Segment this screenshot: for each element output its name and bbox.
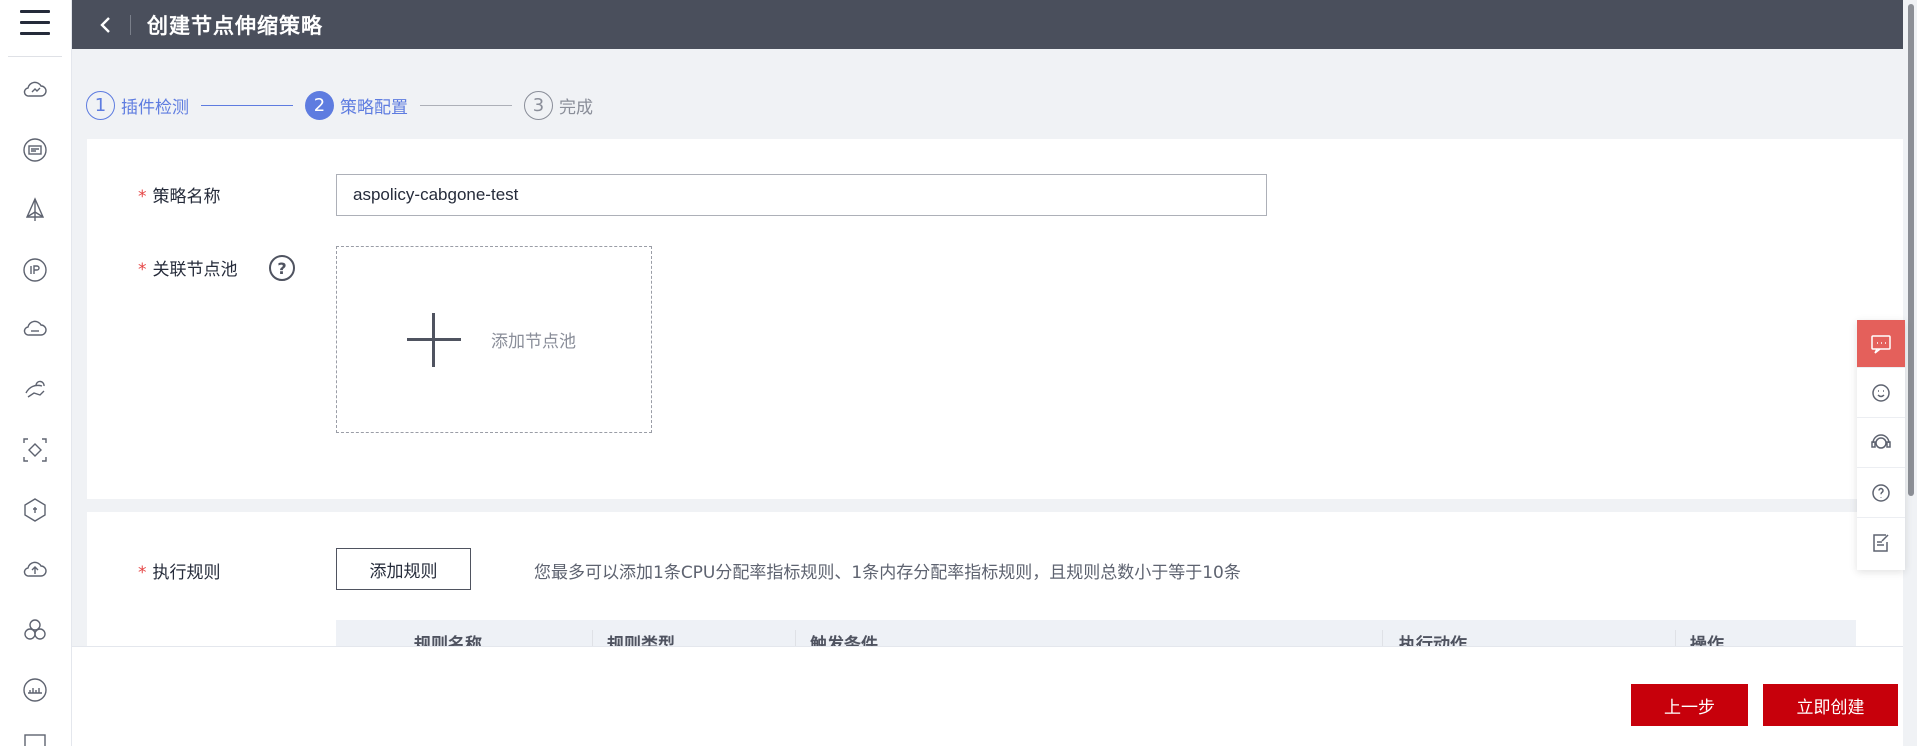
back-button[interactable] [88,0,124,49]
policy-name-input[interactable]: aspolicy-cabgone-test [336,174,1267,216]
col-trigger-condition: 触发条件 [795,630,878,646]
required-mark: * [138,260,147,280]
col-action: 执行动作 [1382,630,1467,646]
chat-icon[interactable] [1857,320,1905,368]
step-number: 1 [86,90,115,120]
required-mark: * [138,563,147,583]
add-node-pool-button[interactable]: 添加节点池 [336,246,652,433]
prev-step-button[interactable]: 上一步 [1631,684,1748,726]
step-number: 3 [524,90,553,120]
cluster-icon[interactable] [21,616,49,644]
page-header: 创建节点伸缩策略 [72,0,1903,49]
help-icon[interactable]: ? [269,255,295,281]
smile-icon[interactable] [1857,368,1905,418]
rules-table-header: 规则名称 规则类型 触发条件 执行动作 操作 [336,620,1856,646]
execution-rules-label: * 执行规则 [138,563,221,583]
rail-divider [8,56,62,57]
cloud-service-icon[interactable] [21,76,49,104]
add-rule-button[interactable]: 添加规则 [336,548,471,590]
required-mark: * [138,187,147,207]
add-node-pool-label: 添加节点池 [491,332,576,352]
create-now-button[interactable]: 立即创建 [1763,684,1898,726]
question-icon[interactable] [1857,468,1905,518]
monitor-icon[interactable] [21,730,49,746]
step-label: 完成 [559,97,593,118]
vertical-scrollbar[interactable] [1903,0,1917,746]
step-policy-config[interactable]: 2 策略配置 [305,90,408,120]
col-rule-type: 规则类型 [592,630,675,646]
policy-name-label: * 策略名称 [138,187,221,207]
rules-hint: 您最多可以添加1条CPU分配率指标规则、1条内存分配率指标规则，且规则总数小于等… [534,563,1241,583]
node-pool-label: * 关联节点池 [138,260,238,280]
feedback-icon[interactable] [1857,518,1905,568]
headset-icon[interactable] [1857,418,1905,468]
chevron-left-icon [100,16,110,33]
col-operation: 操作 [1675,630,1724,646]
col-rule-name: 规则名称 [414,635,482,646]
step-label: 插件检测 [121,97,189,118]
floating-toolbar [1857,320,1905,570]
upload-cloud-icon[interactable] [21,556,49,584]
cce-icon[interactable] [21,196,49,224]
menu-icon[interactable] [20,10,50,36]
step-indicator: 1 插件检测 2 策略配置 3 完成 [86,90,593,120]
network-icon[interactable] [21,676,49,704]
header-divider [130,14,131,35]
step-complete[interactable]: 3 完成 [524,90,593,120]
diamond-icon[interactable] [21,436,49,464]
left-nav-rail [0,0,72,746]
hand-cloud-icon[interactable] [21,376,49,404]
step-connector [201,104,293,106]
step-label: 策略配置 [340,97,408,118]
plus-icon [407,313,461,367]
package-icon[interactable] [21,496,49,524]
step-plugin-check[interactable]: 1 插件检测 [86,90,189,120]
cloud-icon[interactable] [21,316,49,344]
step-connector [420,104,512,106]
eip-icon[interactable] [21,256,49,284]
page-title: 创建节点伸缩策略 [147,13,323,38]
scrollbar-thumb[interactable] [1908,4,1914,496]
ecs-icon[interactable] [21,136,49,164]
step-number: 2 [305,90,334,120]
footer-bar [72,646,1903,746]
